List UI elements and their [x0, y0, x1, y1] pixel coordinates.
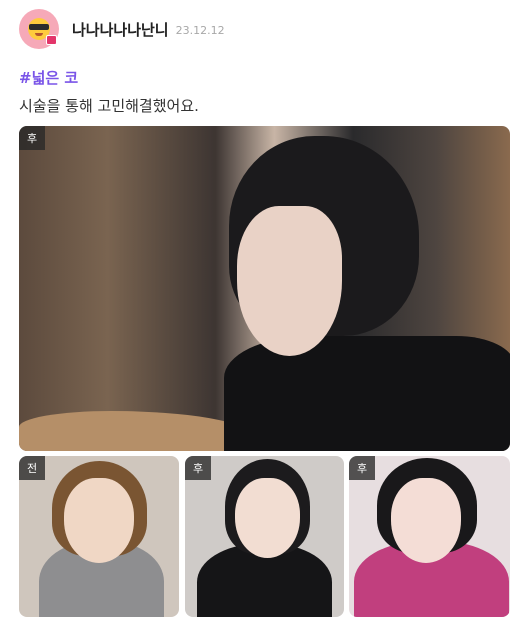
post-text: 시술을 통해 고민해결했어요. — [19, 97, 199, 115]
thumb-face — [391, 478, 461, 563]
crown-badge-icon — [46, 35, 57, 45]
sunglasses-emoji-avatar-icon[interactable] — [19, 9, 59, 49]
sunglasses — [29, 24, 49, 30]
post-date: 23.12.12 — [175, 23, 225, 37]
before-badge: 전 — [19, 456, 45, 480]
thumb-face — [235, 478, 300, 558]
main-after-photo[interactable]: 후 — [19, 126, 510, 451]
photo-face — [237, 206, 342, 356]
photo-jacket — [224, 336, 510, 451]
after-badge: 후 — [349, 456, 375, 480]
before-photo-thumbnail[interactable]: 전 — [19, 456, 179, 617]
after-badge: 후 — [185, 456, 211, 480]
after-badge: 후 — [19, 126, 45, 150]
post-header: 나나나나나난니 23.12.12 — [19, 9, 225, 49]
author-name[interactable]: 나나나나나난니 — [72, 19, 169, 40]
hashtag-link[interactable]: #넓은 코 — [19, 67, 78, 88]
photo-table — [19, 411, 249, 451]
thumb-face — [64, 478, 134, 563]
after-photo-thumbnail-2[interactable]: 후 — [349, 456, 510, 617]
after-photo-thumbnail-1[interactable]: 후 — [185, 456, 344, 617]
